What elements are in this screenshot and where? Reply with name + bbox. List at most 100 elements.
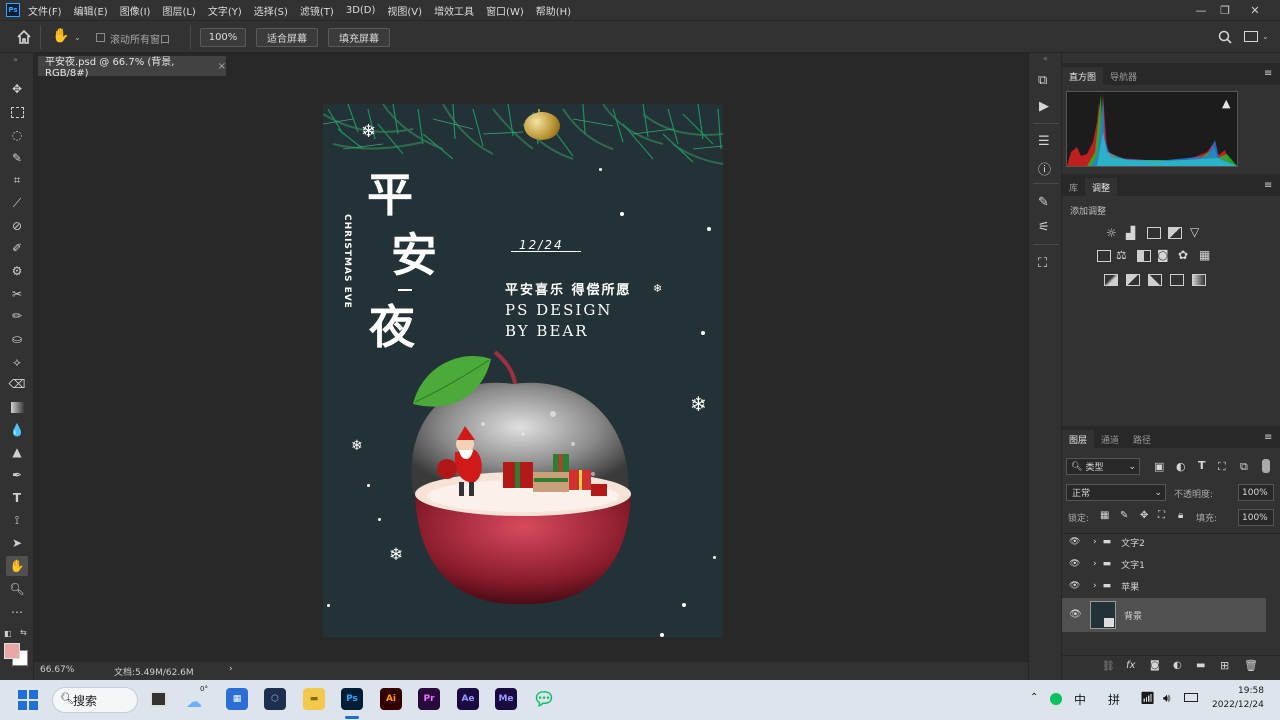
color-balance-icon[interactable]: ⚖ [1116, 248, 1127, 262]
marquee-tool-icon[interactable] [6, 102, 28, 122]
clock-time[interactable]: 19:58 [1238, 686, 1264, 696]
media-encoder-icon[interactable]: Me [495, 688, 517, 710]
volume-icon[interactable]: 🔊︎ [1163, 691, 1171, 706]
menu-plugins[interactable]: 增效工具 [434, 3, 474, 18]
hand-tool-icon[interactable]: ✋ [6, 556, 28, 576]
tab-libraries[interactable]: 库 [1062, 178, 1085, 196]
properties-icon[interactable]: ☰ [1038, 134, 1050, 149]
scroll-all-checkbox[interactable] [96, 33, 105, 42]
layer-row-selected[interactable]: 👁︎ 背景 [1062, 598, 1266, 632]
posterize-icon[interactable] [1126, 274, 1140, 286]
battery-icon[interactable] [1184, 693, 1198, 702]
quick-select-tool-icon[interactable]: ✎ [6, 148, 28, 168]
brush-settings-icon[interactable]: ✎ [1038, 195, 1049, 210]
lasso-tool-icon[interactable]: ◌ [6, 125, 28, 145]
healing-brush-tool-icon[interactable]: ⊘ [6, 216, 28, 236]
expand-chevron-icon[interactable]: › [1093, 559, 1097, 569]
stamp-tool-icon[interactable]: ⚙ [6, 261, 28, 281]
filter-adjust-icon[interactable]: ◐ [1176, 460, 1186, 473]
layer-row[interactable]: 👁︎ › ▬ 苹果 [1065, 575, 1265, 597]
blend-mode-select[interactable]: 正常 ⌄ [1066, 484, 1166, 501]
close-tab-icon[interactable]: × [218, 61, 226, 72]
photoshop-taskbar-icon[interactable]: Ps [341, 688, 363, 710]
new-adjustment-icon[interactable]: ◐ [1173, 660, 1182, 671]
ime-language-indicator[interactable]: 中 [1074, 691, 1086, 708]
new-layer-icon[interactable]: ⊞ [1220, 659, 1229, 672]
brightness-icon[interactable]: ☼ [1106, 226, 1117, 240]
visibility-eye-icon[interactable]: 👁︎ [1069, 559, 1085, 569]
restore-icon[interactable]: ❐ [1210, 0, 1240, 20]
hand-tool-icon[interactable]: ✋ [52, 28, 69, 44]
history-brush-tool-icon[interactable]: ✂ [6, 284, 28, 304]
poster-canvas[interactable]: 平 安 夜 CHRISTMAS EVE 12/24 平安喜乐 得偿所愿 PS D… [323, 104, 723, 637]
eraser-tool-icon[interactable]: ⌫ [6, 374, 28, 394]
clone-stamp-tool-icon[interactable]: ⛀ [6, 329, 28, 349]
visibility-eye-icon[interactable]: 👁︎ [1069, 537, 1085, 547]
fill-input[interactable]: 100% [1238, 509, 1274, 526]
add-mask-icon[interactable]: ◙ [1150, 660, 1160, 671]
premiere-icon[interactable]: Pr [418, 688, 440, 710]
dodge-tool-icon[interactable]: ▲ [6, 442, 28, 462]
visibility-eye-icon[interactable]: 👁︎ [1069, 581, 1085, 591]
weather-widget[interactable]: ☁ 0° [186, 685, 210, 711]
move-tool-icon[interactable]: ✥ [6, 79, 28, 99]
eyedropper-tool-icon[interactable]: ⟋ [6, 193, 28, 213]
photo-filter-icon[interactable]: ◙ [1157, 248, 1169, 262]
clone-source-icon[interactable]: ⛶ [1038, 256, 1047, 271]
tab-layers[interactable]: 图层 [1062, 430, 1095, 448]
wechat-icon[interactable]: 💬︎ [533, 688, 556, 710]
actions-play-icon[interactable]: ▶ [1039, 99, 1049, 114]
collapse-arrows-icon[interactable]: » [13, 55, 18, 64]
lock-position-icon[interactable]: ✥ [1140, 510, 1148, 521]
selective-color-icon[interactable] [1170, 274, 1184, 286]
art-brush-tool-icon[interactable]: ✏ [6, 306, 28, 326]
collapse-arrows-icon[interactable]: « [1043, 54, 1048, 63]
lock-transparent-icon[interactable]: ▦ [1100, 510, 1109, 521]
menu-view[interactable]: 视图(V) [387, 3, 422, 18]
filter-shape-icon[interactable]: ⛶ [1218, 460, 1226, 474]
taskbar-search[interactable]: 🔍︎ 搜索 [52, 687, 138, 713]
visibility-eye-icon[interactable]: 👁︎ [1069, 609, 1082, 620]
chevron-down-icon[interactable]: ⌄ [1262, 32, 1269, 41]
chevron-down-icon[interactable]: ⌄ [74, 33, 81, 42]
direct-select-tool-icon[interactable]: ➤ [6, 533, 28, 553]
panel-menu-icon[interactable]: ≡ [1264, 180, 1272, 191]
workspace-icon[interactable] [1244, 31, 1258, 42]
zoom-tool-icon[interactable]: 🔍︎ [6, 579, 28, 599]
foreground-color-swatch[interactable] [4, 643, 20, 659]
search-icon[interactable] [1218, 30, 1232, 47]
tab-histogram[interactable]: 直方图 [1062, 67, 1104, 85]
crop-tool-icon[interactable]: ⌗ [6, 170, 28, 190]
tray-expand-icon[interactable]: ⌃ [1030, 692, 1038, 703]
microsoft-store-icon[interactable]: ▦ [226, 688, 248, 710]
swap-colors-icon[interactable]: ⇆ [20, 628, 27, 637]
hue-saturation-icon[interactable] [1097, 250, 1111, 262]
gradient-tool-icon[interactable] [6, 397, 28, 417]
lock-pixels-icon[interactable]: ✎ [1120, 510, 1128, 521]
menu-layer[interactable]: 图层(L) [162, 3, 195, 18]
wifi-icon[interactable]: 📶︎ [1140, 691, 1155, 705]
invert-icon[interactable] [1104, 274, 1118, 286]
expand-chevron-icon[interactable]: › [1093, 537, 1097, 547]
layer-row[interactable]: 👁︎ › ▬ 文字2 [1065, 531, 1265, 553]
zoom-percent-button[interactable]: 100% [200, 28, 246, 47]
filter-smart-icon[interactable]: ⧉ [1240, 460, 1248, 474]
spot-heal-tool-icon[interactable]: ⟡ [6, 352, 28, 372]
blur-tool-icon[interactable]: 💧 [6, 420, 28, 440]
menu-filter[interactable]: 滤镜(T) [300, 3, 334, 18]
levels-icon[interactable]: ▟ [1126, 226, 1135, 240]
tab-adjustments[interactable]: 调整 [1085, 178, 1118, 196]
menu-edit[interactable]: 编辑(E) [74, 3, 108, 18]
close-icon[interactable]: ✕ [1240, 0, 1270, 20]
home-icon[interactable] [16, 29, 32, 48]
status-menu-arrow-icon[interactable]: › [229, 664, 233, 674]
threshold-icon[interactable] [1148, 274, 1162, 286]
file-explorer-icon[interactable]: ▬ [303, 688, 325, 710]
wechat-tray-icon[interactable] [1050, 693, 1062, 705]
lock-artboard-icon[interactable]: ⛶ [1158, 510, 1165, 521]
expand-chevron-icon[interactable]: › [1093, 581, 1097, 591]
more-tools-icon[interactable]: ⋯ [6, 602, 28, 622]
layer-row[interactable]: 👁︎ › ▬ 文字1 [1065, 553, 1265, 575]
fx-icon[interactable]: fx [1126, 660, 1135, 671]
ime-pinyin-indicator[interactable]: 拼 [1108, 691, 1120, 708]
